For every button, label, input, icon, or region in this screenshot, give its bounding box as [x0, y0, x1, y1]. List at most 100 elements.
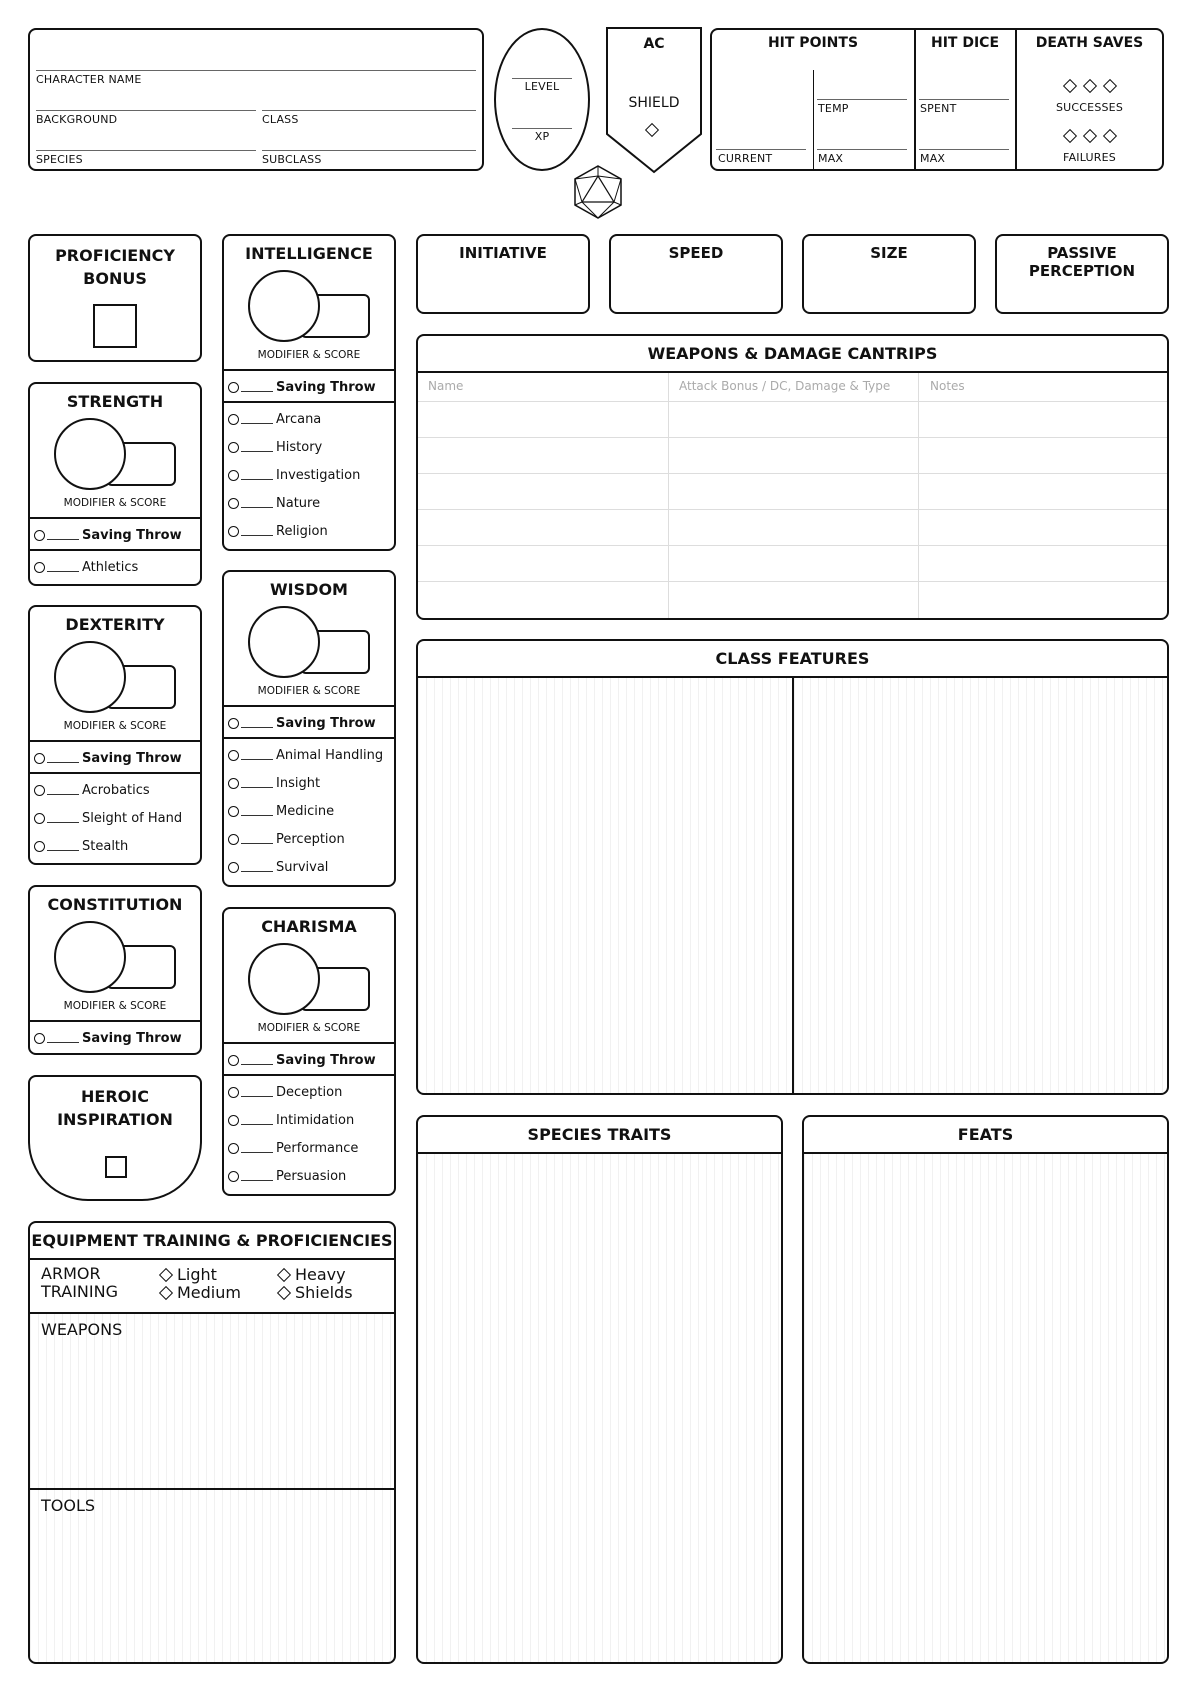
intelligence-modifier[interactable] — [248, 270, 320, 342]
spent-line[interactable] — [919, 99, 1009, 100]
table-row[interactable] — [418, 437, 1167, 474]
proficiency-dot-icon[interactable] — [228, 381, 239, 393]
subclass-line[interactable] — [262, 150, 476, 151]
proficiency-dot-icon[interactable] — [34, 529, 45, 541]
armor-shields-option[interactable]: Shields — [276, 1283, 353, 1302]
diamond-icon[interactable] — [1082, 78, 1097, 94]
background-line[interactable] — [36, 110, 256, 111]
proficiency-dot-icon[interactable] — [34, 784, 45, 796]
speed-box[interactable]: SPEED — [609, 234, 783, 314]
success-checkboxes[interactable] — [1017, 76, 1162, 95]
proficiency-dot-icon[interactable] — [228, 833, 239, 845]
proficiency-dot-icon[interactable] — [34, 812, 45, 824]
proficiency-dot-icon[interactable] — [228, 525, 239, 537]
temp-hp-line[interactable] — [817, 99, 907, 100]
proficiency-dot-icon[interactable] — [228, 441, 239, 453]
dexterity-modifier[interactable] — [54, 641, 126, 713]
skill-perception[interactable]: Perception — [228, 828, 345, 850]
diamond-icon[interactable] — [158, 1267, 174, 1283]
diamond-icon[interactable] — [1102, 128, 1117, 144]
proficiency-dot-icon[interactable] — [228, 1086, 239, 1098]
skill-history[interactable]: History — [228, 436, 322, 458]
skill-performance[interactable]: Performance — [228, 1137, 358, 1159]
passive-perception-box[interactable]: PASSIVE PERCEPTION — [995, 234, 1169, 314]
wisdom-modifier[interactable] — [248, 606, 320, 678]
skill-stealth[interactable]: Stealth — [34, 835, 128, 857]
charisma-modifier[interactable] — [248, 943, 320, 1015]
skill-persuasion[interactable]: Persuasion — [228, 1165, 346, 1187]
skill-religion[interactable]: Religion — [228, 520, 328, 542]
proficiency-dot-icon[interactable] — [34, 752, 45, 764]
diamond-icon[interactable] — [276, 1267, 292, 1283]
skill-intimidation[interactable]: Intimidation — [228, 1109, 354, 1131]
table-row[interactable] — [418, 581, 1167, 619]
armor-heavy-option[interactable]: Heavy — [276, 1265, 346, 1284]
proficiency-bonus-input[interactable] — [93, 304, 137, 348]
proficiency-dot-icon[interactable] — [34, 1032, 45, 1044]
table-row[interactable] — [418, 545, 1167, 582]
failure-checkboxes[interactable] — [1017, 126, 1162, 145]
proficiency-dot-icon[interactable] — [228, 1142, 239, 1154]
proficiency-dot-icon[interactable] — [228, 861, 239, 873]
skill-investigation[interactable]: Investigation — [228, 464, 360, 486]
diamond-icon[interactable] — [1082, 128, 1097, 144]
skill-deception[interactable]: Deception — [228, 1081, 342, 1103]
skill-insight[interactable]: Insight — [228, 772, 320, 794]
weapons-proficiency-area[interactable]: WEAPONS — [30, 1314, 394, 1488]
skill-arcana[interactable]: Arcana — [228, 408, 321, 430]
skill-nature[interactable]: Nature — [228, 492, 320, 514]
intelligence-saving-throw[interactable]: Saving Throw — [228, 376, 376, 398]
feats-area[interactable] — [804, 1154, 1167, 1662]
armor-light-option[interactable]: Light — [158, 1265, 217, 1284]
proficiency-dot-icon[interactable] — [228, 749, 239, 761]
diamond-icon[interactable] — [276, 1285, 292, 1301]
table-row[interactable] — [418, 473, 1167, 510]
proficiency-dot-icon[interactable] — [228, 1054, 239, 1066]
proficiency-dot-icon[interactable] — [228, 717, 239, 729]
skill-medicine[interactable]: Medicine — [228, 800, 334, 822]
shield-checkbox[interactable] — [644, 120, 660, 139]
skill-acrobatics[interactable]: Acrobatics — [34, 779, 150, 801]
constitution-modifier[interactable] — [54, 921, 126, 993]
size-box[interactable]: SIZE — [802, 234, 976, 314]
proficiency-dot-icon[interactable] — [228, 1170, 239, 1182]
hit-dice-max-line[interactable] — [919, 149, 1009, 150]
proficiency-dot-icon[interactable] — [228, 777, 239, 789]
tools-proficiency-area[interactable]: TOOLS — [30, 1490, 394, 1662]
skill-sleight-of-hand[interactable]: Sleight of Hand — [34, 807, 182, 829]
table-row[interactable] — [418, 401, 1167, 438]
skill-athletics[interactable]: Athletics — [34, 556, 138, 578]
current-hp-line[interactable] — [716, 149, 806, 150]
character-name-line[interactable] — [36, 70, 476, 71]
proficiency-dot-icon[interactable] — [228, 469, 239, 481]
skill-survival[interactable]: Survival — [228, 856, 328, 878]
strength-modifier[interactable] — [54, 418, 126, 490]
charisma-saving-throw[interactable]: Saving Throw — [228, 1049, 376, 1071]
proficiency-dot-icon[interactable] — [228, 497, 239, 509]
proficiency-dot-icon[interactable] — [228, 805, 239, 817]
species-line[interactable] — [36, 150, 256, 151]
class-line[interactable] — [262, 110, 476, 111]
diamond-icon[interactable] — [158, 1285, 174, 1301]
species-traits-area[interactable] — [418, 1154, 781, 1662]
heroic-inspiration-checkbox[interactable] — [105, 1156, 127, 1178]
proficiency-dot-icon[interactable] — [34, 561, 45, 573]
class-features-right-area[interactable] — [794, 678, 1167, 1093]
level-line[interactable] — [512, 78, 572, 79]
skill-animal-handling[interactable]: Animal Handling — [228, 744, 383, 766]
wisdom-saving-throw[interactable]: Saving Throw — [228, 712, 376, 734]
dexterity-saving-throw[interactable]: Saving Throw — [34, 747, 182, 769]
proficiency-dot-icon[interactable] — [228, 1114, 239, 1126]
diamond-icon[interactable] — [1062, 128, 1077, 144]
diamond-icon[interactable] — [1062, 78, 1077, 94]
table-row[interactable] — [418, 509, 1167, 546]
diamond-icon[interactable] — [1102, 78, 1117, 94]
proficiency-dot-icon[interactable] — [228, 413, 239, 425]
max-hp-line[interactable] — [817, 149, 907, 150]
xp-line[interactable] — [512, 128, 572, 129]
proficiency-dot-icon[interactable] — [34, 840, 45, 852]
armor-medium-option[interactable]: Medium — [158, 1283, 241, 1302]
initiative-box[interactable]: INITIATIVE — [416, 234, 590, 314]
class-features-left-area[interactable] — [418, 678, 792, 1093]
constitution-saving-throw[interactable]: Saving Throw — [34, 1027, 182, 1049]
